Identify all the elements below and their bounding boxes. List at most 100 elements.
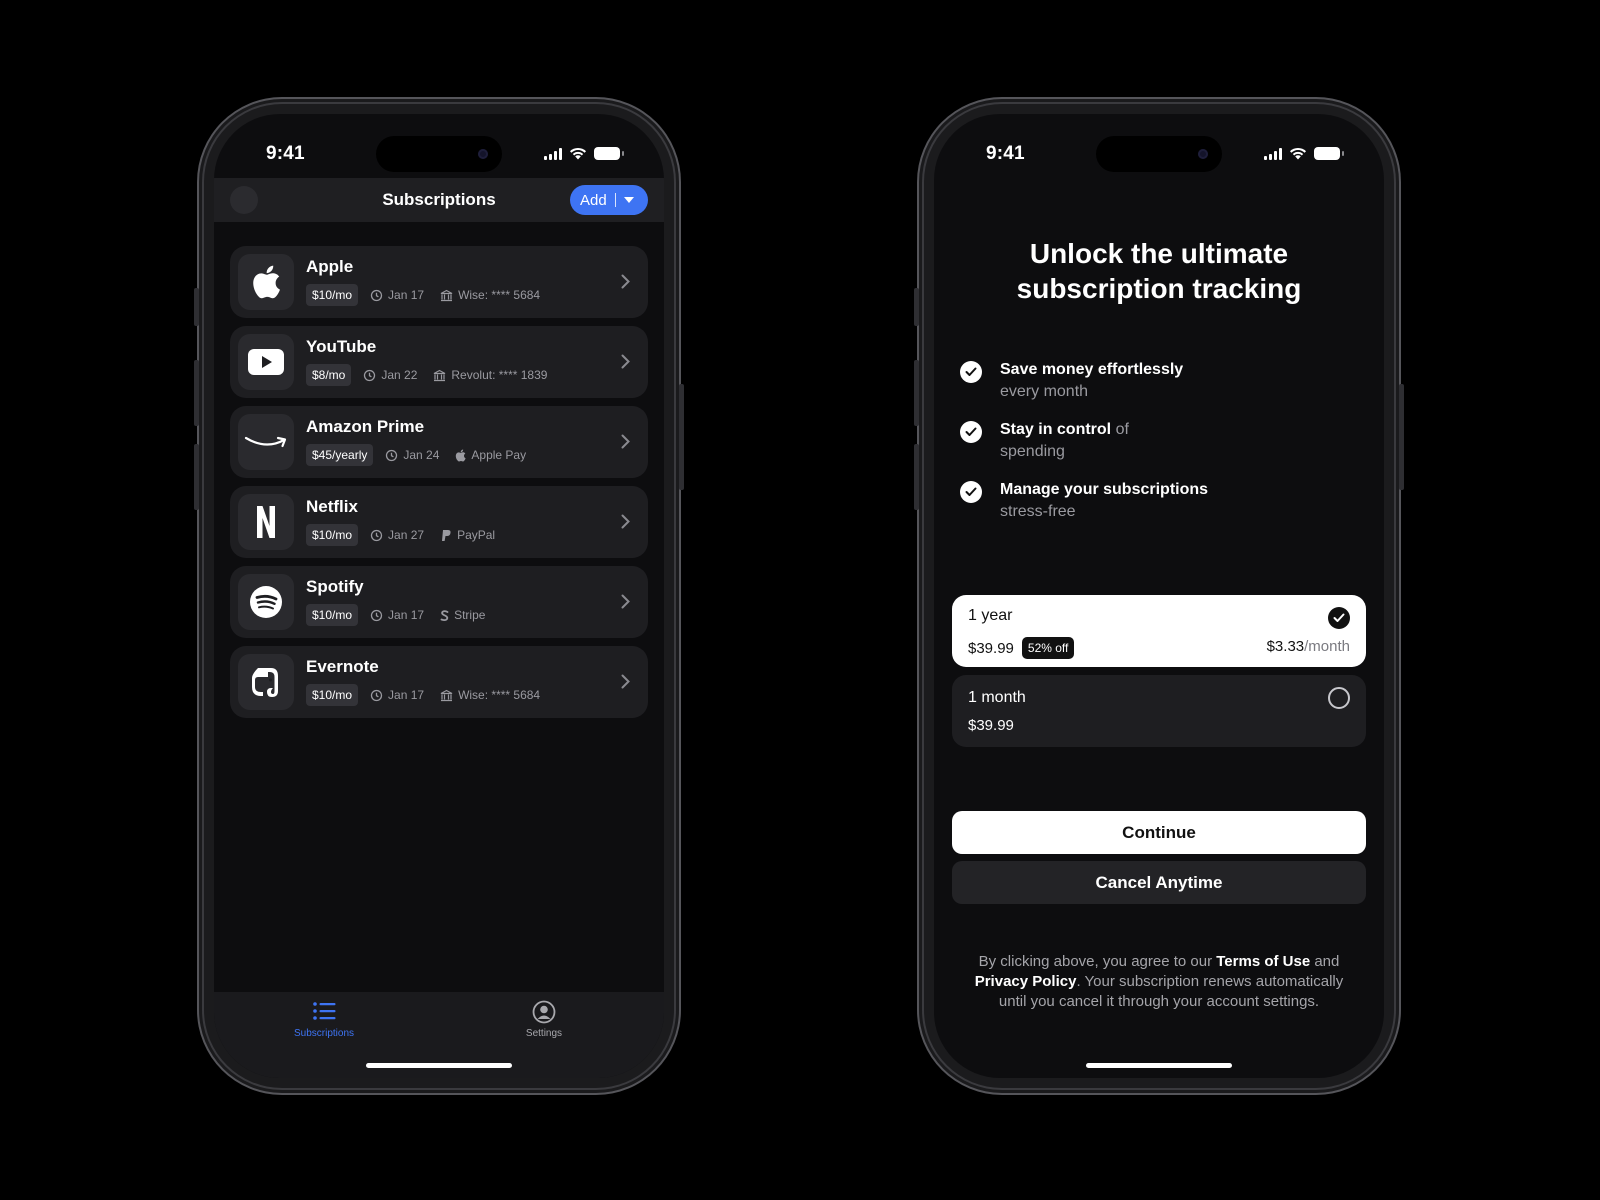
feature-rest: spending bbox=[1000, 443, 1065, 460]
chevron-right-icon bbox=[621, 354, 630, 369]
renewal-date: Jan 22 bbox=[363, 368, 417, 382]
chevron-down-icon[interactable] bbox=[623, 197, 634, 203]
status-time: 9:41 bbox=[986, 143, 1025, 164]
paypal-icon bbox=[442, 529, 451, 541]
status-time: 9:41 bbox=[266, 143, 305, 164]
feature-highlight: Save money effortlessly bbox=[1000, 361, 1184, 378]
home-indicator[interactable] bbox=[1086, 1063, 1232, 1068]
tab-bar: Subscriptions Settings bbox=[214, 992, 664, 1078]
subscription-meta: $8/mo Jan 22 Revolut: **** 1839 bbox=[306, 364, 563, 386]
legal-text: By clicking above, you agree to our Term… bbox=[964, 952, 1354, 1012]
payment-label: Apple Pay bbox=[471, 448, 527, 462]
legal-part-1: By clicking above, you agree to our bbox=[978, 953, 1217, 970]
continue-button[interactable]: Continue bbox=[952, 811, 1366, 854]
checkmark-icon bbox=[960, 361, 982, 383]
subscription-meta: $10/mo Jan 17 Wise: **** 5684 bbox=[306, 684, 556, 706]
checkmark-icon bbox=[960, 481, 982, 503]
chevron-right-icon bbox=[621, 514, 630, 529]
date-label: Jan 27 bbox=[388, 528, 425, 542]
volume-up-button bbox=[914, 360, 919, 426]
checkmark-icon bbox=[960, 421, 982, 443]
feature-rest: every month bbox=[1000, 383, 1089, 400]
terms-link[interactable]: Terms of Use bbox=[1216, 953, 1310, 970]
stripe-icon bbox=[440, 609, 449, 621]
payment-method: PayPal bbox=[440, 528, 495, 542]
home-indicator[interactable] bbox=[366, 1063, 512, 1068]
cellular-signal-icon bbox=[1264, 147, 1282, 160]
plan-per-month: $3.33/month bbox=[1267, 638, 1350, 655]
feature-item: Manage your subscriptions stress-free bbox=[960, 479, 1364, 523]
price-tag: $10/mo bbox=[306, 284, 359, 306]
date-label: Jan 24 bbox=[403, 448, 440, 462]
subscription-row-evernote[interactable]: Evernote $10/mo Jan 17 Wise: **** 5684 bbox=[230, 646, 648, 718]
bank-icon bbox=[434, 369, 446, 381]
cellular-signal-icon bbox=[544, 147, 562, 160]
title-line-1: Unlock the ultimate bbox=[1029, 238, 1289, 269]
phone-subscriptions: 9:41 Subscriptions Add Apple $10/mo Jan … bbox=[194, 104, 684, 1088]
payment-method: Wise: **** 5684 bbox=[440, 288, 540, 302]
payment-method: Revolut: **** 1839 bbox=[433, 368, 547, 382]
payment-method: Apple Pay bbox=[455, 448, 526, 462]
per-month-price: $3.33 bbox=[1266, 638, 1305, 655]
status-icons bbox=[1264, 147, 1344, 160]
cancel-anytime-button[interactable]: Cancel Anytime bbox=[952, 861, 1366, 904]
subscription-meta: $10/mo Jan 17 Stripe bbox=[306, 604, 501, 626]
subscription-name: Amazon Prime bbox=[306, 417, 425, 436]
price-tag: $10/mo bbox=[306, 604, 359, 626]
profile-icon bbox=[532, 1000, 556, 1024]
price-tag: $10/mo bbox=[306, 684, 359, 706]
tab-settings[interactable]: Settings bbox=[484, 1000, 604, 1039]
subscription-row-youtube[interactable]: YouTube $8/mo Jan 22 Revolut: **** 1839 bbox=[230, 326, 648, 398]
bank-icon bbox=[440, 689, 453, 701]
power-button bbox=[679, 384, 684, 490]
radio-unchecked-icon[interactable] bbox=[1328, 687, 1350, 709]
tab-label: Subscriptions bbox=[293, 1028, 355, 1039]
subscription-row-apple[interactable]: Apple $10/mo Jan 17 Wise: **** 5684 bbox=[230, 246, 648, 318]
feature-highlight: Stay in control bbox=[1000, 421, 1112, 438]
list-icon bbox=[313, 1002, 336, 1020]
subscription-row-amazon-prime[interactable]: Amazon Prime $45/yearly Jan 24 Apple Pay bbox=[230, 406, 648, 478]
chevron-right-icon bbox=[621, 274, 630, 289]
battery-icon bbox=[594, 147, 624, 160]
payment-label: Revolut: **** 1839 bbox=[451, 368, 548, 382]
privacy-link[interactable]: Privacy Policy bbox=[975, 973, 1077, 990]
add-button[interactable]: Add bbox=[570, 185, 648, 215]
subscription-meta: $45/yearly Jan 24 Apple Pay bbox=[306, 444, 542, 466]
battery-icon bbox=[1314, 147, 1344, 160]
apple-icon bbox=[456, 448, 467, 461]
amazon-icon bbox=[238, 414, 294, 470]
bank-icon bbox=[440, 289, 453, 301]
power-button bbox=[1399, 384, 1404, 490]
subscription-row-spotify[interactable]: Spotify $10/mo Jan 17 Stripe bbox=[230, 566, 648, 638]
subscription-row-netflix[interactable]: Netflix $10/mo Jan 27 PayPal bbox=[230, 486, 648, 558]
date-label: Jan 17 bbox=[388, 288, 425, 302]
plan-option-monthly[interactable]: 1 month $39.99 bbox=[952, 675, 1366, 747]
plan-option-yearly[interactable]: 1 year $39.99 52% off $3.33/month bbox=[952, 595, 1366, 667]
history-icon bbox=[370, 609, 383, 621]
dynamic-island bbox=[376, 136, 502, 172]
feature-item: Save money effortlessly every month bbox=[960, 359, 1364, 403]
history-icon bbox=[370, 689, 383, 701]
radio-checked-icon[interactable] bbox=[1328, 607, 1350, 629]
subscription-name: YouTube bbox=[306, 337, 377, 356]
history-icon bbox=[386, 449, 398, 461]
wifi-icon bbox=[1290, 147, 1306, 160]
evernote-icon bbox=[238, 654, 294, 710]
subscription-name: Apple bbox=[306, 257, 354, 276]
screen: 9:41 Subscriptions Add Apple $10/mo Jan … bbox=[214, 114, 664, 1078]
apple-icon bbox=[238, 254, 294, 310]
date-label: Jan 17 bbox=[388, 608, 425, 622]
tab-subscriptions[interactable]: Subscriptions bbox=[264, 1000, 384, 1039]
subscription-name: Spotify bbox=[306, 577, 364, 596]
history-icon bbox=[370, 529, 383, 541]
payment-label: PayPal bbox=[457, 528, 496, 542]
netflix-icon bbox=[238, 494, 294, 550]
plan-price: $39.99 bbox=[968, 717, 1014, 734]
subscription-name: Evernote bbox=[306, 657, 379, 676]
wifi-icon bbox=[570, 147, 586, 160]
status-icons bbox=[544, 147, 624, 160]
date-label: Jan 22 bbox=[381, 368, 418, 382]
tab-label: Settings bbox=[525, 1028, 563, 1039]
renewal-date: Jan 17 bbox=[370, 608, 424, 622]
payment-method: Wise: **** 5684 bbox=[440, 688, 540, 702]
